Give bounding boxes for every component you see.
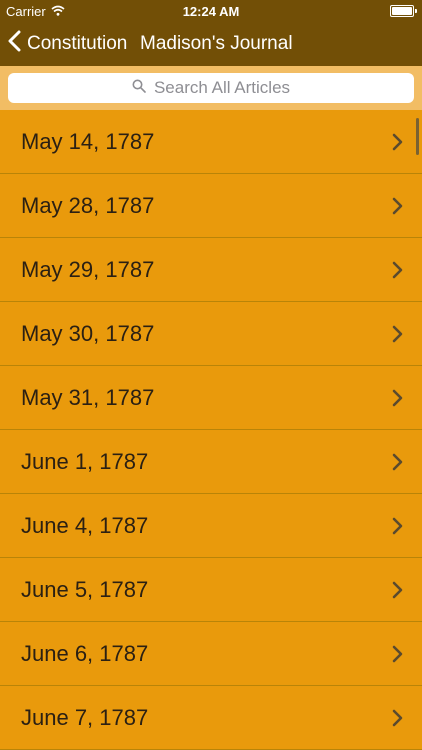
search-placeholder: Search All Articles xyxy=(153,78,291,97)
list-item[interactable]: May 28, 1787 xyxy=(0,174,422,238)
list-item-label: May 29, 1787 xyxy=(21,256,155,282)
list-item[interactable]: May 14, 1787 xyxy=(0,110,422,174)
list-item-label: May 28, 1787 xyxy=(21,192,155,218)
status-bar: Carrier 12:24 AM xyxy=(0,0,422,22)
chevron-right-icon xyxy=(390,581,404,599)
list-item-label: May 14, 1787 xyxy=(21,128,155,154)
navigation-bar: Constitution Madison's Journal xyxy=(0,22,422,66)
chevron-left-icon xyxy=(8,30,21,58)
chevron-right-icon xyxy=(390,645,404,663)
list-item[interactable]: May 29, 1787 xyxy=(0,238,422,302)
scroll-indicator[interactable] xyxy=(416,118,419,155)
search-icon xyxy=(132,78,146,98)
list-item-label: May 30, 1787 xyxy=(21,320,155,346)
articles-list: May 14, 1787 May 28, 1787 May 29, 1787 May … xyxy=(0,110,422,750)
chevron-right-icon xyxy=(390,453,404,471)
list-item-label: May 31, 1787 xyxy=(21,384,155,410)
list-item[interactable]: June 1, 1787 xyxy=(0,430,422,494)
page-title: Madison's Journal xyxy=(140,33,293,54)
status-time: 12:24 AM xyxy=(182,4,240,19)
list-item-label: June 4, 1787 xyxy=(21,512,149,538)
list-item[interactable]: June 4, 1787 xyxy=(0,494,422,558)
chevron-right-icon xyxy=(390,197,404,215)
search-input[interactable]: Search All Articles xyxy=(8,73,414,103)
chevron-right-icon xyxy=(390,709,404,727)
chevron-right-icon xyxy=(390,389,404,407)
search-bar: Search All Articles xyxy=(0,66,422,110)
list-item-label: June 6, 1787 xyxy=(21,640,149,666)
chevron-right-icon xyxy=(390,325,404,343)
chevron-right-icon xyxy=(390,133,404,151)
list-item[interactable]: June 7, 1787 xyxy=(0,686,422,750)
list-item[interactable]: May 31, 1787 xyxy=(0,366,422,430)
battery-icon xyxy=(390,5,417,17)
list-item-label: June 7, 1787 xyxy=(21,704,149,730)
back-button-label: Constitution xyxy=(27,33,128,54)
chevron-right-icon xyxy=(390,517,404,535)
list-item[interactable]: June 5, 1787 xyxy=(0,558,422,622)
list-item[interactable]: June 6, 1787 xyxy=(0,622,422,686)
list-item-label: June 5, 1787 xyxy=(21,576,149,602)
list-item[interactable]: May 30, 1787 xyxy=(0,302,422,366)
back-button[interactable]: Constitution xyxy=(8,22,127,66)
list-item-label: June 1, 1787 xyxy=(21,448,149,474)
chevron-right-icon xyxy=(390,261,404,279)
